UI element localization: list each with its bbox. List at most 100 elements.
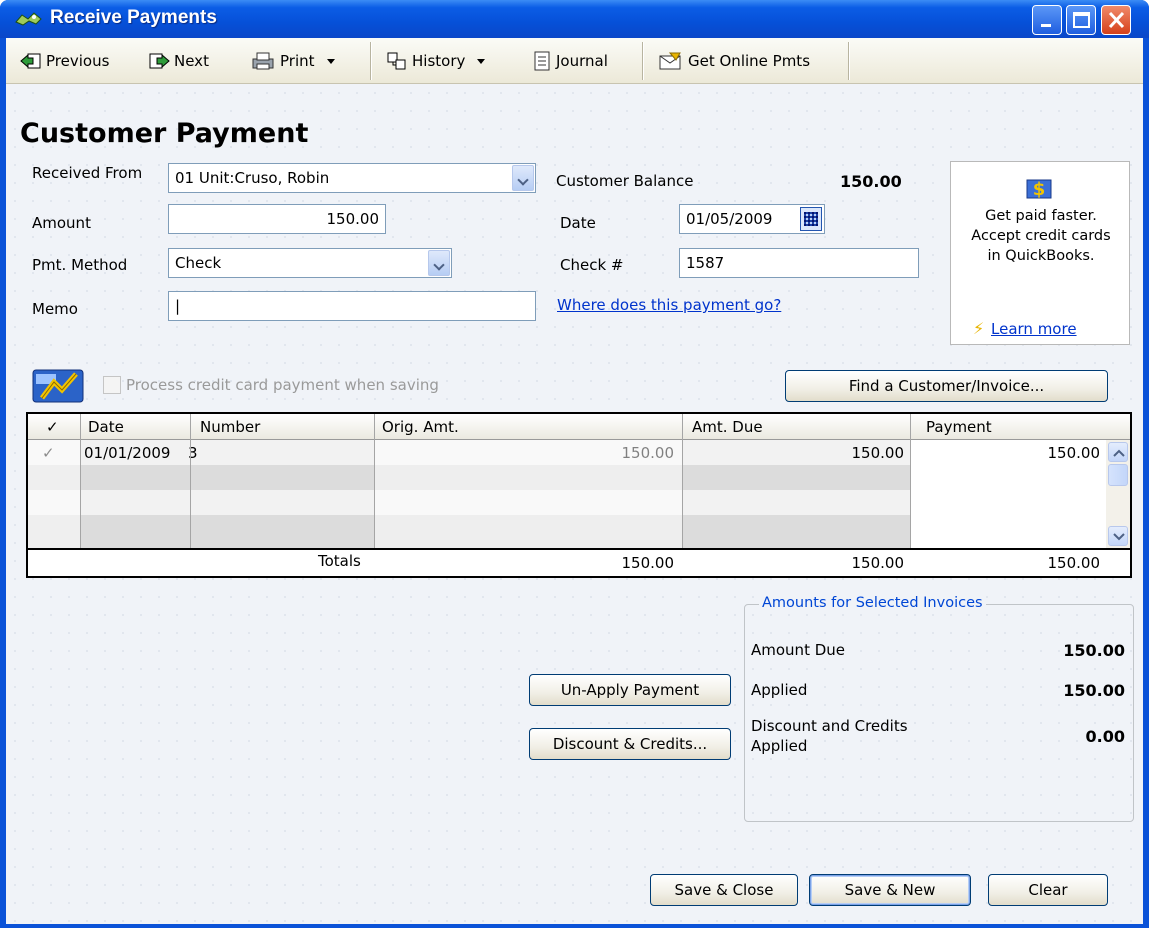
process-credit-card-checkbox[interactable] — [103, 376, 121, 394]
pmt-method-label: Pmt. Method — [32, 256, 128, 274]
clear-button[interactable]: Clear — [988, 874, 1108, 906]
totals-payment: 150.00 — [1047, 554, 1101, 572]
scroll-thumb[interactable] — [1108, 464, 1128, 486]
column-divider — [682, 414, 683, 548]
column-header-check[interactable]: ✓ — [46, 418, 59, 436]
column-divider — [374, 414, 375, 548]
save-close-button[interactable]: Save & Close — [650, 874, 798, 906]
maximize-button[interactable] — [1066, 5, 1096, 35]
pmt-method-combobox[interactable]: Check — [168, 248, 452, 278]
customer-balance-label: Customer Balance — [556, 172, 694, 190]
column-divider — [190, 414, 191, 548]
pmt-method-value: Check — [175, 254, 222, 272]
column-header-amt-due[interactable]: Amt. Due — [692, 418, 763, 436]
discount-credits-button[interactable]: Discount & Credits... — [529, 728, 731, 760]
toolbar-separator — [642, 42, 644, 80]
print-button[interactable]: Print — [250, 46, 335, 76]
row-amt-due[interactable]: 150.00 — [684, 444, 905, 462]
chevron-down-icon[interactable] — [428, 250, 450, 276]
amount-due-value: 150.00 — [1063, 641, 1125, 660]
check-column-bg — [28, 440, 80, 548]
minimize-icon — [1041, 24, 1051, 27]
next-button[interactable]: Next — [148, 46, 209, 76]
history-dropdown-arrow-icon[interactable] — [477, 58, 486, 64]
previous-icon — [20, 53, 41, 69]
column-header-orig-amt[interactable]: Orig. Amt. — [382, 418, 459, 436]
row-payment-display[interactable]: 150.00 — [910, 444, 1101, 462]
journal-label: Journal — [556, 52, 608, 70]
history-icon — [387, 52, 406, 70]
history-label: History — [412, 52, 466, 70]
totals-amt-due: 150.00 — [851, 554, 905, 572]
memo-field[interactable]: | — [168, 291, 536, 321]
amounts-for-selected-invoices: Amounts for Selected Invoices Amount Due… — [744, 595, 1134, 822]
invoice-table: ✓ Date Number Orig. Amt. Amt. Due Paymen… — [26, 412, 1132, 578]
find-customer-invoice-button[interactable]: Find a Customer/Invoice... — [785, 370, 1108, 402]
get-online-pmts-label: Get Online Pmts — [688, 52, 811, 70]
check-number-field[interactable]: 1587 — [679, 248, 919, 278]
get-online-pmts-button[interactable]: Get Online Pmts — [658, 46, 810, 76]
print-label: Print — [280, 52, 315, 70]
customer-payment-form: Customer Payment Received From 01 Unit:C… — [6, 84, 1143, 924]
amount-due-label: Amount Due — [751, 641, 845, 659]
totals-orig-amt: 150.00 — [621, 554, 675, 572]
toolbar-separator — [848, 42, 850, 80]
discount-credits-applied-label-1: Discount and Credits — [751, 717, 908, 735]
close-icon — [1108, 11, 1125, 29]
close-button[interactable] — [1101, 5, 1131, 35]
column-header-date[interactable]: Date — [88, 418, 124, 436]
promo-line-3: in QuickBooks. — [987, 248, 1095, 264]
lightning-bolt-icon: ⚡ — [973, 319, 985, 338]
un-apply-payment-button[interactable]: Un-Apply Payment — [529, 674, 731, 706]
history-button[interactable]: History — [386, 46, 486, 76]
date-field[interactable]: 01/05/2009 — [679, 204, 825, 234]
save-new-button[interactable]: Save & New — [809, 874, 971, 906]
received-from-value: 01 Unit:Cruso, Robin — [175, 169, 330, 187]
print-dropdown-arrow-icon[interactable] — [326, 58, 335, 64]
calendar-icon[interactable] — [800, 207, 822, 231]
promo-text: Get paid faster. Accept credit cards in … — [951, 206, 1131, 266]
previous-label: Previous — [46, 52, 110, 70]
toolbar-separator — [370, 42, 372, 80]
amounts-group-title: Amounts for Selected Invoices — [759, 595, 986, 611]
title-bar[interactable]: Receive Payments — [0, 0, 1149, 38]
scroll-up-button[interactable] — [1108, 442, 1128, 462]
chevron-down-icon[interactable] — [512, 165, 534, 191]
minimize-button[interactable] — [1032, 5, 1062, 35]
applied-value: 150.00 — [1063, 681, 1125, 700]
column-header-payment[interactable]: Payment — [926, 418, 992, 436]
journal-icon — [534, 51, 550, 71]
discount-credits-applied-value: 0.00 — [1085, 727, 1125, 746]
online-payments-icon — [659, 52, 681, 70]
row-date[interactable]: 01/01/2009 — [84, 444, 170, 462]
promo-line-1: Get paid faster. — [985, 208, 1097, 224]
svg-text:$: $ — [1033, 179, 1046, 200]
next-label: Next — [174, 52, 209, 70]
previous-button[interactable]: Previous — [20, 46, 109, 76]
totals-row: Totals 150.00 150.00 150.00 — [28, 548, 1130, 576]
chevron-up-icon — [1113, 449, 1125, 457]
journal-button[interactable]: Journal — [532, 46, 608, 76]
amount-label: Amount — [32, 214, 91, 232]
window-client-area: Previous Next Print History Journal Get … — [6, 38, 1143, 924]
toolbar: Previous Next Print History Journal Get … — [6, 38, 1143, 84]
receive-payments-window: Receive Payments Previous Next Print His… — [0, 0, 1149, 928]
credit-card-promo: $ Get paid faster. Accept credit cards i… — [950, 161, 1130, 345]
scroll-down-button[interactable] — [1108, 526, 1128, 546]
learn-more-link[interactable]: Learn more — [991, 320, 1077, 338]
date-value: 01/05/2009 — [686, 210, 773, 228]
customer-balance-value: 150.00 — [840, 172, 902, 191]
promo-line-2: Accept credit cards — [971, 228, 1111, 244]
table-scrollbar[interactable] — [1106, 440, 1130, 548]
received-from-label: Received From — [32, 164, 143, 182]
page-title: Customer Payment — [20, 118, 309, 149]
discount-credits-applied-label-2: Applied — [751, 737, 808, 755]
column-divider — [910, 414, 911, 548]
column-header-number[interactable]: Number — [200, 418, 260, 436]
memo-label: Memo — [32, 300, 78, 318]
where-does-payment-go-link[interactable]: Where does this payment go? — [557, 296, 781, 314]
window-title: Receive Payments — [50, 7, 217, 28]
applied-label: Applied — [751, 681, 808, 699]
received-from-combobox[interactable]: 01 Unit:Cruso, Robin — [168, 163, 536, 193]
amount-field[interactable]: 150.00 — [168, 204, 386, 234]
